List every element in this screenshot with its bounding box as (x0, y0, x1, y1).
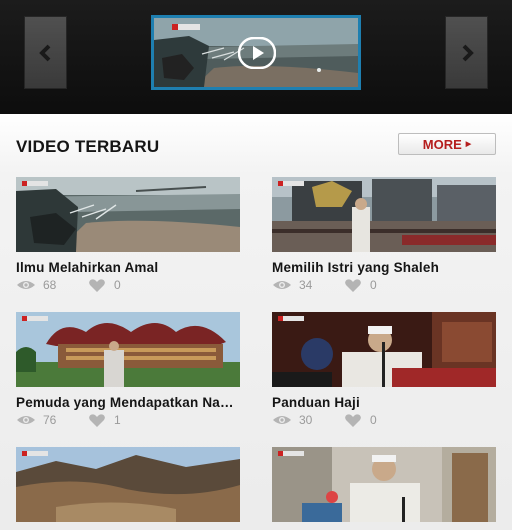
video-card[interactable]: Panduan Haji 30 0 (272, 312, 496, 427)
section-title: VIDEO TERBARU (16, 137, 160, 156)
video-thumbnail-image (272, 312, 496, 387)
video-card[interactable]: Ilmu Melahirkan Amal 68 0 (16, 177, 240, 292)
video-title: Memilih Istri yang Shaleh (272, 260, 440, 275)
video-thumbnail-image (16, 177, 240, 252)
video-title: Ilmu Melahirkan Amal (16, 260, 159, 275)
carousel-prev-button[interactable] (24, 16, 67, 89)
video-thumbnail-image (16, 312, 240, 387)
video-stats: 34 0 (272, 278, 496, 292)
eye-icon (17, 416, 35, 424)
video-card[interactable] (16, 447, 240, 530)
play-icon[interactable] (238, 37, 276, 69)
brand-logo-icon (278, 316, 304, 321)
video-card[interactable]: Memilih Istri yang Shaleh 34 0 (272, 177, 496, 292)
view-count: 30 (299, 413, 313, 427)
eye-icon (17, 281, 35, 289)
brand-logo-icon (22, 181, 48, 186)
chevron-left-icon (38, 44, 50, 61)
like-count: 1 (114, 413, 121, 427)
more-button-label: MORE (422, 136, 462, 152)
view-count: 34 (299, 278, 313, 292)
eye-icon (273, 281, 291, 289)
brand-logo-icon (278, 181, 304, 186)
video-card[interactable] (272, 447, 496, 530)
video-thumbnail-image (16, 447, 240, 522)
video-stats: 30 0 (272, 413, 496, 427)
heart-icon[interactable] (344, 278, 362, 292)
video-stats: 68 0 (16, 278, 240, 292)
video-thumbnail[interactable] (16, 177, 240, 252)
brand-logo-icon (172, 24, 200, 30)
like-count: 0 (114, 278, 121, 292)
video-thumbnail-image (272, 177, 496, 252)
view-count: 68 (43, 278, 57, 292)
eye-icon (273, 416, 291, 424)
video-thumbnail[interactable] (16, 312, 240, 387)
view-count: 76 (43, 413, 57, 427)
brand-logo-icon (278, 451, 304, 456)
featured-video-thumbnail[interactable] (151, 15, 361, 90)
video-title: Panduan Haji (272, 395, 360, 410)
video-thumbnail[interactable] (272, 447, 496, 522)
video-title: Pemuda yang Mendapatkan Naungan Allah (16, 395, 240, 410)
brand-logo-icon (22, 451, 48, 456)
featured-carousel (0, 0, 512, 114)
like-count: 0 (370, 413, 377, 427)
carousel-next-button[interactable] (445, 16, 488, 89)
like-count: 0 (370, 278, 377, 292)
video-thumbnail[interactable] (272, 177, 496, 252)
chevron-right-icon (462, 44, 474, 61)
video-card[interactable]: Pemuda yang Mendapatkan Naungan Allah 76… (16, 312, 240, 427)
video-thumbnail[interactable] (272, 312, 496, 387)
video-stats: 76 1 (16, 413, 240, 427)
video-thumbnail[interactable] (16, 447, 240, 522)
more-button[interactable]: MORE ▶ (398, 133, 496, 155)
heart-icon[interactable] (344, 413, 362, 427)
heart-icon[interactable] (88, 278, 106, 292)
brand-logo-icon (22, 316, 48, 321)
caret-right-icon: ▶ (465, 141, 472, 148)
heart-icon[interactable] (88, 413, 106, 427)
video-thumbnail-image (272, 447, 496, 522)
